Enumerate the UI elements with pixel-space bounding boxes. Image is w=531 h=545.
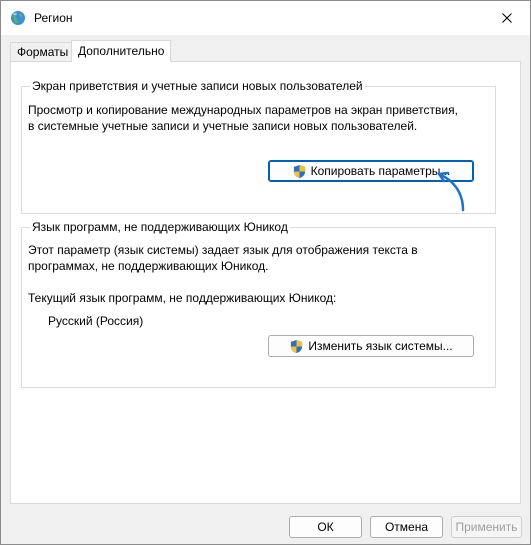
cancel-label: Отмена — [384, 520, 429, 534]
window-title: Регион — [34, 11, 73, 25]
tab-formats[interactable]: Форматы — [10, 42, 76, 61]
uac-shield-icon — [293, 164, 305, 178]
non-unicode-description-line1: Этот параметр (язык системы) задает язык… — [28, 243, 418, 257]
non-unicode-group-legend: Язык программ, не поддерживающих Юникод — [30, 220, 290, 234]
welcome-screen-group: Экран приветствия и учетные записи новых… — [21, 79, 496, 214]
change-system-locale-button[interactable]: Изменить язык системы... — [268, 335, 474, 357]
apply-label: Применить — [455, 520, 518, 534]
close-button[interactable] — [484, 1, 530, 35]
non-unicode-group: Язык программ, не поддерживающих Юникод … — [21, 220, 496, 388]
non-unicode-description-line2: программах, не поддерживающих Юникод. — [28, 259, 269, 273]
current-language-value: Русский (Россия) — [48, 314, 144, 328]
ok-button[interactable]: ОК — [289, 516, 362, 538]
uac-shield-icon — [291, 339, 303, 353]
cancel-button[interactable]: Отмена — [370, 516, 443, 538]
globe-icon — [11, 11, 25, 25]
tab-panel: Экран приветствия и учетные записи новых… — [10, 61, 521, 504]
apply-button[interactable]: Применить — [451, 516, 522, 538]
welcome-group-legend: Экран приветствия и учетные записи новых… — [30, 79, 365, 93]
title-bar[interactable]: Регион — [1, 1, 530, 35]
close-icon — [502, 13, 512, 23]
region-dialog: Регион Форматы Дополнительно Экран приве… — [0, 0, 531, 545]
current-language-label: Текущий язык программ, не поддерживающих… — [28, 291, 337, 305]
ok-label: ОК — [317, 520, 334, 534]
welcome-description-line2: в системные учетные записи и учетные зап… — [28, 119, 418, 133]
change-system-locale-label: Изменить язык системы... — [308, 339, 453, 353]
welcome-description-line1: Просмотр и копирование международных пар… — [28, 103, 458, 117]
annotation-arrow-icon — [437, 171, 465, 212]
tab-advanced[interactable]: Дополнительно — [71, 40, 172, 62]
